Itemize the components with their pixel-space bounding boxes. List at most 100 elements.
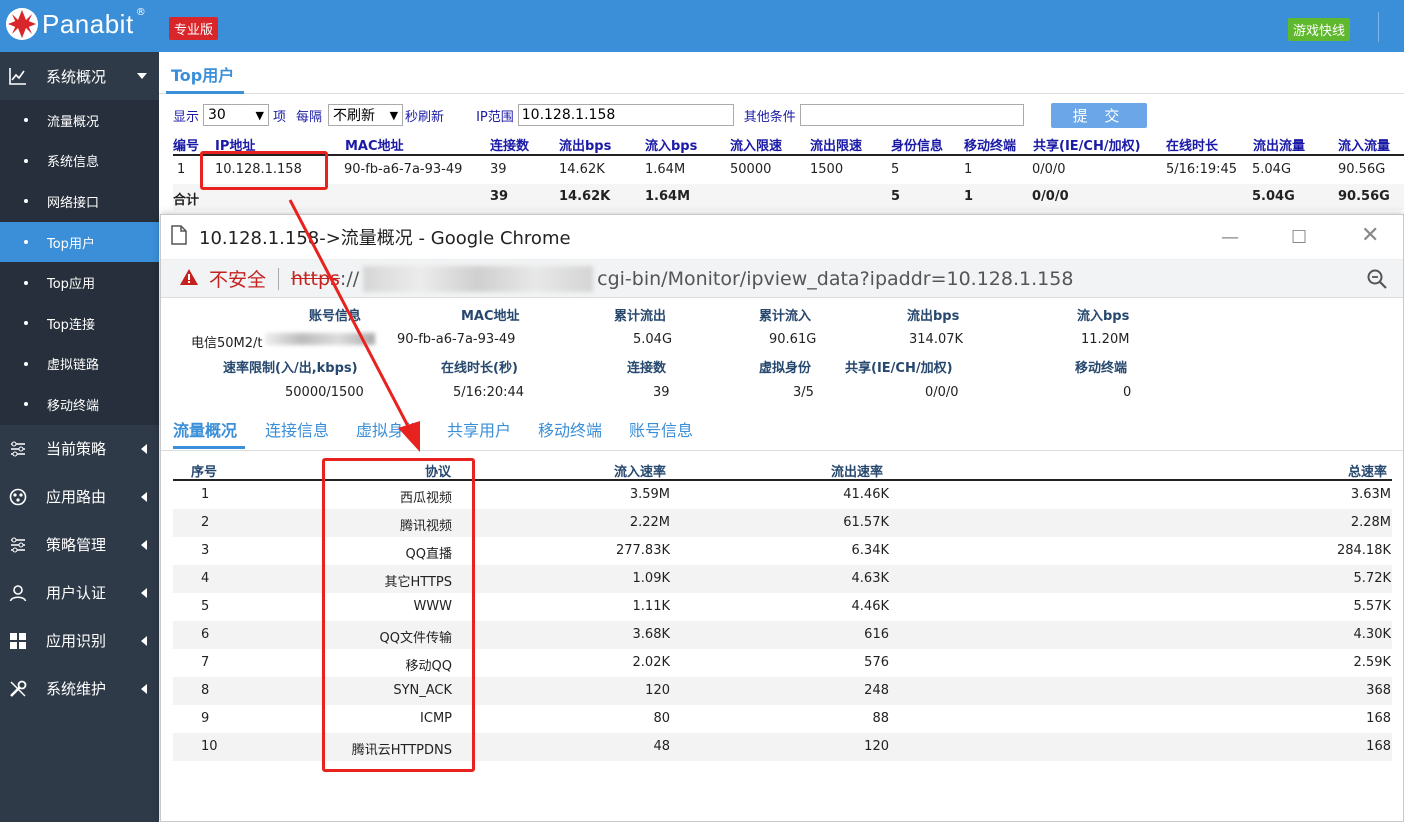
sidebar-section-label: 系统概况 [46, 67, 107, 86]
column-header[interactable]: 身份信息 [891, 135, 943, 154]
not-secure-label[interactable]: 不安全 [209, 265, 266, 292]
sidebar-section-system-maintenance[interactable]: 系统维护 [0, 665, 159, 713]
row-number: 8 [201, 683, 210, 698]
edition-badge: 专业版 [169, 17, 219, 40]
address-bar[interactable]: 不安全 https:// cgi-bin/Monitor/ipview_data?… [161, 260, 1403, 298]
in-rate: 80 [653, 711, 670, 726]
column-header[interactable]: 共享(IE/CH/加权) [1033, 135, 1141, 154]
show-count-select[interactable]: 30 ▼ [203, 104, 270, 126]
sidebar-section-user-auth[interactable]: 用户认证 [0, 569, 159, 617]
chevron-left-icon [141, 539, 147, 550]
sidebar-item-traffic-overview[interactable]: 流量概况 [0, 100, 159, 141]
info-header: 累计流入 [759, 309, 812, 324]
connections-link[interactable]: 39 [490, 162, 507, 177]
column-header[interactable]: 流出速率 [831, 461, 883, 480]
close-icon[interactable]: ✕ [1361, 223, 1379, 248]
tab-connection-info[interactable]: 连接信息 [265, 417, 329, 441]
tab-active-indicator [166, 91, 244, 94]
mac-address: 90-fb-a6-7a-93-49 [344, 162, 463, 177]
row-number: 5 [201, 599, 210, 614]
in-rate: 120 [645, 683, 670, 698]
total-rate: 168 [1366, 711, 1391, 726]
sidebar-item-label: Top用户 [47, 236, 95, 252]
column-header[interactable]: 流入流量 [1338, 135, 1390, 154]
minimize-icon[interactable]: — [1221, 227, 1239, 248]
info-header: 账号信息 [309, 309, 362, 324]
sidebar-item-top-apps[interactable]: Top应用 [0, 262, 159, 303]
zoom-icon[interactable] [1367, 269, 1387, 293]
show-count-value: 30 [208, 107, 226, 123]
refresh-interval-value: 不刷新 [333, 108, 376, 124]
in-traffic: 90.56G [1338, 162, 1386, 177]
sidebar: 系统概况 流量概况 系统信息 网络接口 Top用户 Top应用 Top连接 虚拟… [0, 52, 159, 822]
sidebar-section-label: 策略管理 [46, 536, 107, 555]
column-header[interactable]: 流入限速 [730, 135, 782, 154]
column-header[interactable]: 流入bps [645, 135, 697, 154]
column-header[interactable]: 在线时长 [1166, 135, 1218, 154]
row-number: 2 [201, 515, 210, 530]
bullet-icon [24, 118, 28, 123]
chevron-left-icon [141, 443, 147, 454]
sidebar-section-overview[interactable]: 系统概况 [0, 52, 159, 100]
in-rate: 3.68K [632, 627, 670, 642]
in-rate: 3.59M [629, 487, 670, 502]
tab-mobile-terminals[interactable]: 移动终端 [538, 417, 602, 441]
sidebar-item-mobile-terminals[interactable]: 移动终端 [0, 384, 159, 425]
row-number: 10 [201, 739, 218, 754]
refresh-interval-select[interactable]: 不刷新 ▼ [328, 104, 404, 126]
column-header[interactable]: 流出限速 [810, 135, 862, 154]
sidebar-section-app-recognition[interactable]: 应用识别 [0, 617, 159, 665]
sidebar-item-virtual-links[interactable]: 虚拟链路 [0, 344, 159, 385]
brand-logo[interactable]: Panabit ® [6, 6, 146, 40]
sidebar-item-network-interface[interactable]: 网络接口 [0, 181, 159, 222]
sidebar-item-top-connections[interactable]: Top连接 [0, 303, 159, 344]
registered-mark: ® [135, 6, 146, 18]
column-header[interactable]: 总速率 [1348, 461, 1387, 480]
out-rate: 41.46K [843, 487, 889, 502]
other-conditions-input[interactable] [799, 104, 1024, 126]
share-info: 0/0/0 [1032, 162, 1066, 177]
in-rate: 277.83K [615, 543, 670, 558]
ip-range-input[interactable]: 10.128.1.158 [517, 104, 734, 126]
sidebar-section-app-routing[interactable]: 应用路由 [0, 473, 159, 521]
row-number: 6 [201, 627, 210, 642]
out-rate: 88 [872, 711, 889, 726]
sidebar-item-label: 虚拟链路 [47, 358, 100, 374]
url-scheme-separator: :// [339, 267, 360, 290]
sidebar-submenu: 流量概况 系统信息 网络接口 Top用户 Top应用 Top连接 虚拟链路 移动… [0, 100, 159, 425]
tab-shared-users[interactable]: 共享用户 [447, 417, 511, 441]
sidebar-item-top-users[interactable]: Top用户 [0, 221, 159, 263]
tab-account-info[interactable]: 账号信息 [629, 417, 693, 441]
column-header[interactable]: 连接数 [490, 135, 529, 154]
column-header[interactable]: 序号 [191, 461, 217, 480]
game-fastline-button[interactable]: 游戏快线 [1288, 18, 1351, 41]
tab-traffic-overview[interactable]: 流量概况 [173, 417, 237, 441]
column-header[interactable]: 编号 [173, 135, 199, 154]
show-label: 显示 [173, 109, 200, 125]
chevron-left-icon [141, 635, 147, 646]
submit-button[interactable]: 提 交 [1051, 103, 1147, 128]
in-bps: 1.64M [645, 162, 686, 177]
column-header[interactable]: MAC地址 [345, 135, 404, 154]
other-conditions-label: 其他条件 [743, 109, 796, 125]
tab-top-users[interactable]: Top用户 [171, 62, 234, 86]
sidebar-section-label: 当前策略 [46, 440, 107, 459]
sidebar-section-current-policy[interactable]: 当前策略 [0, 425, 159, 473]
in-bps-value: 11.20M [1081, 332, 1130, 347]
sidebar-section-policy-management[interactable]: 策略管理 [0, 521, 159, 569]
maximize-icon[interactable]: ☐ [1291, 227, 1307, 248]
out-rate: 4.46K [851, 599, 889, 614]
column-header[interactable]: 流出流量 [1253, 135, 1305, 154]
column-header[interactable]: 移动终端 [964, 135, 1016, 154]
tab-virtual-identity[interactable]: 虚拟身份 [356, 417, 420, 441]
sidebar-section-label: 应用路由 [46, 488, 107, 507]
sidebar-item-system-info[interactable]: 系统信息 [0, 141, 159, 182]
out-limit: 1500 [810, 162, 844, 177]
column-header[interactable]: 流出bps [559, 135, 611, 154]
total-out-traffic: 5.04G [1252, 189, 1295, 204]
column-header[interactable]: 流入速率 [614, 461, 666, 480]
total-rate: 168 [1366, 739, 1391, 754]
top-bar: Panabit ® 专业版 游戏快线 [0, 0, 1404, 52]
in-rate: 1.09K [632, 571, 670, 586]
total-rate: 368 [1366, 683, 1391, 698]
